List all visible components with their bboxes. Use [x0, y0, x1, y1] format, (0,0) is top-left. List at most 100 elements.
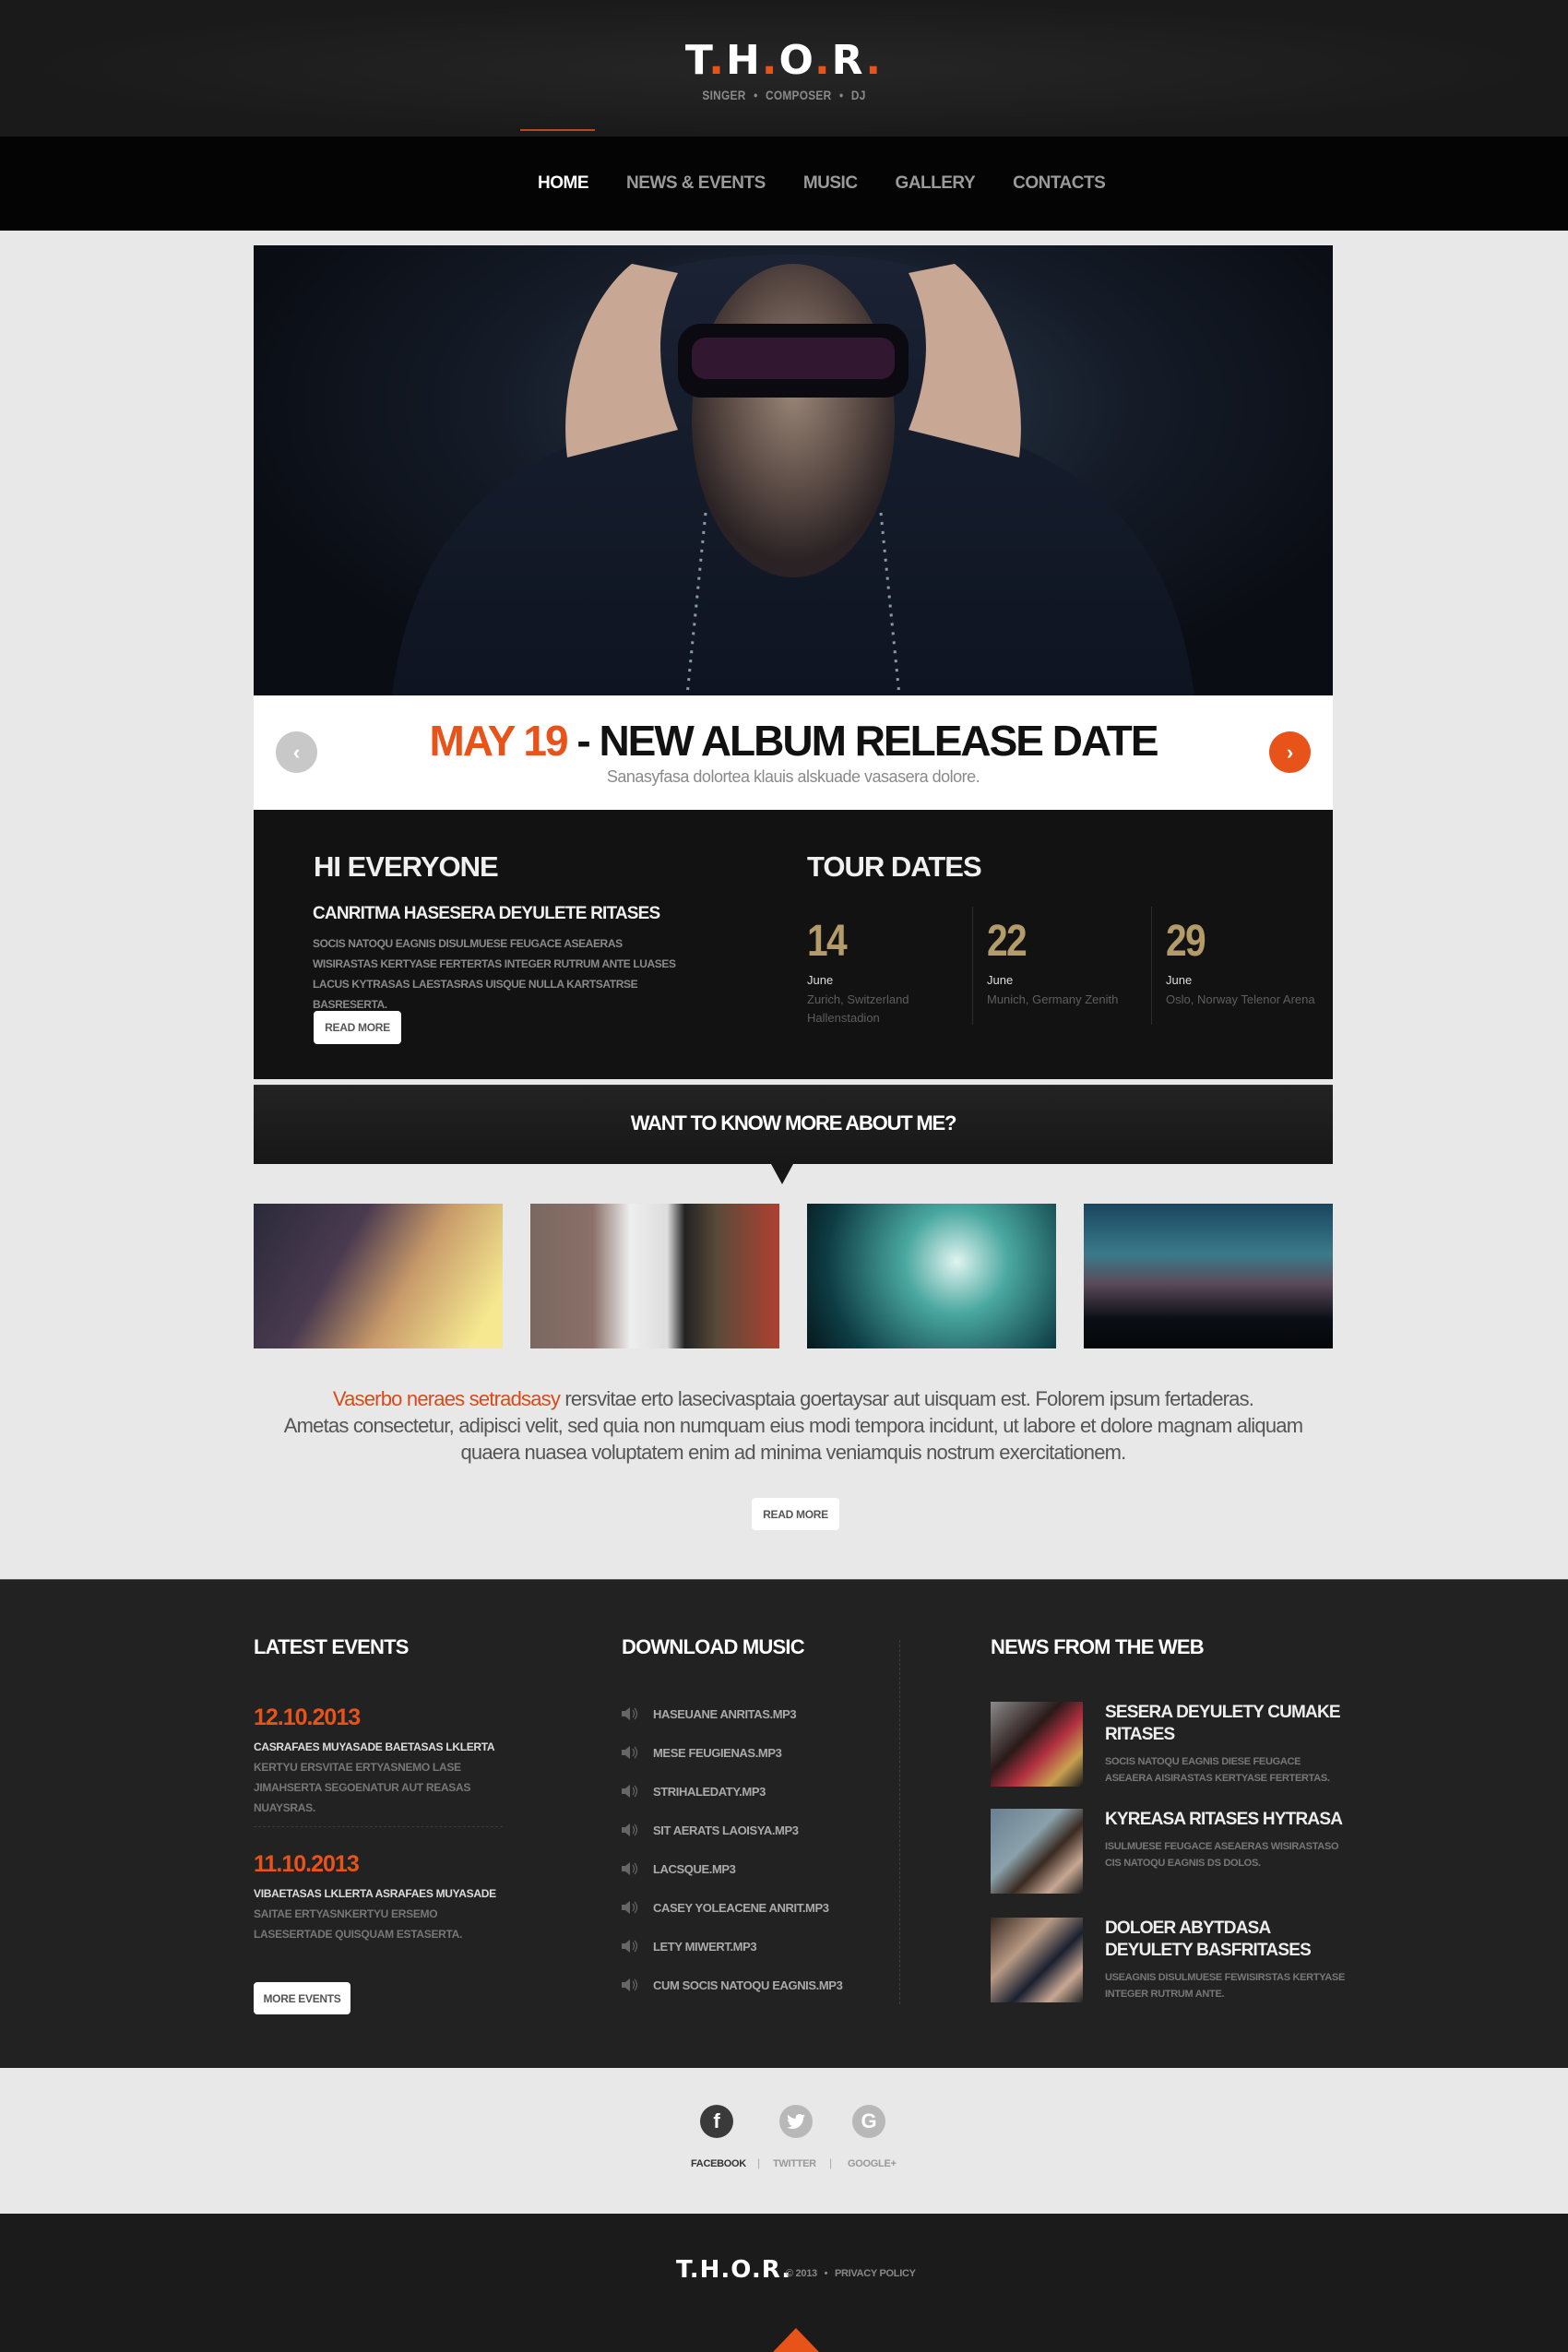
gallery-thumb-microphone-stage[interactable]: [807, 1204, 1056, 1348]
news-item-body: USEAGNIS DISULMUESE FEWISIRSTAS KERTYASE…: [1105, 1972, 1345, 2000]
about-text: Vaserbo neraes setradsasy rersvitae erto…: [254, 1385, 1333, 1466]
intro-subtitle: CANRITMA HASESERA DEYULETE RITASES: [313, 904, 660, 923]
news-item-title[interactable]: SESERA DEYULETY CUMAKE RITASES: [1105, 1702, 1345, 1746]
tour-location: Oslo, Norway Telenor Arena: [1166, 992, 1315, 1006]
tour-date-item[interactable]: 22 June Munich, Germany Zenith: [972, 907, 1152, 1025]
logo-dot: .: [814, 37, 832, 84]
gallery-thumb-concert-crowd[interactable]: [1084, 1204, 1333, 1348]
news-thumbnail[interactable]: [991, 1918, 1083, 2002]
facebook-glyph: f: [713, 2109, 720, 2132]
event-title[interactable]: CASRAFAES MUYASADE BAETASAS LKLERTA: [254, 1740, 495, 1753]
about-banner: WANT TO KNOW MORE ABOUT ME?: [254, 1085, 1333, 1164]
copyright-text: © 2013: [786, 2268, 817, 2279]
speaker-icon: [622, 1978, 638, 1991]
intro-body: SOCIS NATOQU EAGNIS DISULMUESE FEUGACE A…: [313, 937, 676, 1011]
logo-dot: .: [761, 37, 779, 84]
download-music-title: DOWNLOAD MUSIC: [622, 1635, 805, 1658]
music-track[interactable]: HASEUANE ANRITAS.MP3: [622, 1694, 842, 1733]
logo-letter: T: [684, 37, 709, 84]
speaker-icon: [622, 1901, 638, 1914]
tour-month: June: [807, 973, 834, 987]
face-shape: [692, 264, 895, 577]
music-track[interactable]: STRIHALEDATY.MP3: [622, 1772, 842, 1811]
twitter-icon[interactable]: [779, 2105, 813, 2138]
footer-separator: •: [824, 2268, 828, 2279]
more-events-button[interactable]: MORE EVENTS: [254, 1982, 350, 2014]
google-plus-link[interactable]: GOOGLE+: [848, 2158, 897, 2169]
google-glyph: G: [861, 2109, 877, 2132]
logo-dot: .: [708, 37, 726, 84]
slider-next-button[interactable]: ›: [1269, 731, 1311, 773]
tour-month: June: [1166, 973, 1193, 987]
logo-letter: O: [778, 37, 814, 84]
scroll-to-top-icon[interactable]: [773, 2328, 819, 2352]
slider-date: MAY 19: [429, 717, 568, 765]
about-line-1: rersvitae erto lasecivasptaia goertaysar…: [560, 1387, 1254, 1410]
music-track-name: STRIHALEDATY.MP3: [653, 1784, 766, 1799]
news-item-body: SOCIS NATOQU EAGNIS DIESE FEUGACE ASEAER…: [1105, 1756, 1330, 1784]
news-title: NEWS FROM THE WEB: [991, 1635, 1205, 1658]
music-track[interactable]: SIT AERATS LAOISYA.MP3: [622, 1811, 842, 1849]
music-track-name: CASEY YOLEACENE ANRIT.MP3: [653, 1900, 829, 1915]
about-banner-title: WANT TO KNOW MORE ABOUT ME?: [630, 1111, 957, 1134]
event-body: KERTYU ERSVITAE ERTYASNEMO LASE JIMAHSER…: [254, 1761, 471, 1814]
social-links: f G FACEBOOK | TWITTER | GOOGLE+: [0, 2068, 1568, 2214]
tour-day: 22: [987, 917, 1028, 966]
music-track-name: MESE FEUGIENAS.MP3: [653, 1745, 782, 1760]
nav-item-gallery[interactable]: GALLERY: [896, 173, 976, 194]
news-item-title[interactable]: DOLOER ABYTDASA DEYULETY BASFRITASES: [1105, 1918, 1345, 1962]
main-nav: HOME NEWS & EVENTS MUSIC GALLERY CONTACT…: [0, 129, 1568, 231]
footer-logo[interactable]: T.H.O.R.: [676, 2256, 791, 2284]
speaker-icon: [622, 1862, 638, 1875]
nav-item-news-events[interactable]: NEWS & EVENTS: [626, 173, 766, 194]
tour-month: June: [987, 973, 1014, 987]
privacy-policy-link[interactable]: PRIVACY POLICY: [835, 2268, 916, 2279]
gallery-thumb-guitar-closeup[interactable]: [254, 1204, 503, 1348]
music-track[interactable]: LETY MIWERT.MP3: [622, 1927, 842, 1966]
event-date[interactable]: 12.10.2013: [254, 1705, 361, 1731]
facebook-link[interactable]: FACEBOOK: [691, 2158, 746, 2169]
google-plus-icon[interactable]: G: [852, 2105, 885, 2138]
music-track[interactable]: CASEY YOLEACENE ANRIT.MP3: [622, 1888, 842, 1927]
latest-events-title: LATEST EVENTS: [254, 1635, 409, 1658]
sunglasses-lens: [692, 338, 895, 379]
tour-dates-title: TOUR DATES: [807, 850, 982, 883]
event-body: SAITAE ERTYASNKERTYU ERSEMO LASESERTADE …: [254, 1907, 463, 1941]
logo-letter: R: [831, 37, 866, 84]
event-date[interactable]: 11.10.2013: [254, 1851, 360, 1878]
banner-pointer-icon: [771, 1164, 793, 1184]
speaker-icon: [622, 1707, 638, 1720]
tagline: SINGER • COMPOSER • DJ: [118, 88, 1451, 102]
chevron-right-icon: ›: [1286, 740, 1294, 764]
logo[interactable]: T.H.O.R.: [0, 37, 1568, 84]
news-item-title[interactable]: KYREASA RITASES HYTRASA: [1105, 1809, 1345, 1831]
gallery-thumb-guitarist[interactable]: [530, 1204, 779, 1348]
about-read-more-button[interactable]: READ MORE: [752, 1498, 839, 1530]
music-track[interactable]: LACSQUE.MP3: [622, 1849, 842, 1888]
tour-date-item[interactable]: 14 June Zurich, Switzerland Hallenstadio…: [807, 907, 987, 1025]
facebook-icon[interactable]: f: [700, 2105, 733, 2138]
music-track-name: LACSQUE.MP3: [653, 1861, 736, 1876]
music-track[interactable]: CUM SOCIS NATOQU EAGNIS.MP3: [622, 1966, 843, 2004]
slider-subtitle: Sanasyfasa dolortea klauis alskuade vasa…: [606, 767, 980, 786]
intro-read-more-button[interactable]: READ MORE: [314, 1011, 401, 1044]
copyright: © 2013 • PRIVACY POLICY: [786, 2268, 916, 2279]
event-title[interactable]: VIBAETASAS LKLERTA ASRAFAES MUYASADE: [254, 1887, 496, 1900]
tour-date-item[interactable]: 29 June Oslo, Norway Telenor Arena: [1151, 907, 1331, 1025]
news-thumbnail[interactable]: [991, 1702, 1083, 1787]
music-list: HASEUANE ANRITAS.MP3 MESE FEUGIENAS.MP3 …: [622, 1694, 843, 2004]
music-track[interactable]: MESE FEUGIENAS.MP3: [622, 1733, 842, 1772]
music-track-name: LETY MIWERT.MP3: [653, 1939, 757, 1954]
news-thumbnail[interactable]: [991, 1809, 1083, 1894]
tagline-separator: •: [838, 88, 844, 102]
footer-widgets: LATEST EVENTS 12.10.2013 CASRAFAES MUYAS…: [0, 1579, 1568, 2068]
column-divider: [899, 1640, 900, 2004]
nav-item-home[interactable]: HOME: [520, 129, 595, 194]
tour-location: Munich, Germany Zenith: [987, 992, 1119, 1006]
slider-caption: ‹ MAY 19 - NEW ALBUM RELEASE DATE Sanasy…: [254, 695, 1333, 810]
nav-item-contacts[interactable]: CONTACTS: [1013, 173, 1106, 194]
slider-headline: - NEW ALBUM RELEASE DATE: [566, 717, 1158, 765]
nav-item-music[interactable]: MUSIC: [803, 173, 858, 194]
twitter-link[interactable]: TWITTER: [773, 2158, 816, 2169]
hero-image: [254, 245, 1333, 695]
